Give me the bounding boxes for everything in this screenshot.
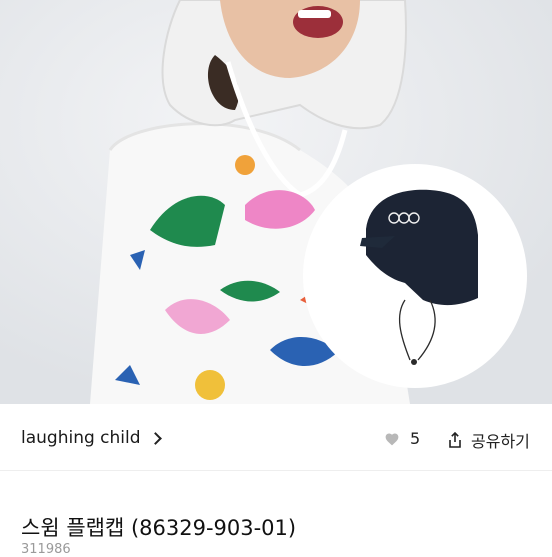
share-icon: [449, 432, 461, 448]
chevron-right-icon: [148, 432, 162, 445]
heart-icon: [385, 433, 399, 445]
like-count: 5: [410, 429, 421, 448]
product-photo: [0, 0, 552, 404]
shop-row: laughing child 5 공유하기: [0, 404, 552, 471]
like-button[interactable]: 5: [384, 429, 420, 448]
product-code: 311986: [21, 542, 71, 557]
share-label: 공유하기: [471, 432, 530, 451]
product-image[interactable]: [0, 0, 552, 404]
product-info: laughing child 5 공유하기 스윔 플랩캡 (86329-903-…: [0, 404, 552, 557]
product-title: 스윔 플랩캡 (86329-903-01): [21, 516, 297, 540]
share-button[interactable]: 공유하기: [447, 428, 530, 452]
shop-link[interactable]: laughing child: [21, 428, 162, 448]
shop-name: laughing child: [21, 428, 141, 448]
